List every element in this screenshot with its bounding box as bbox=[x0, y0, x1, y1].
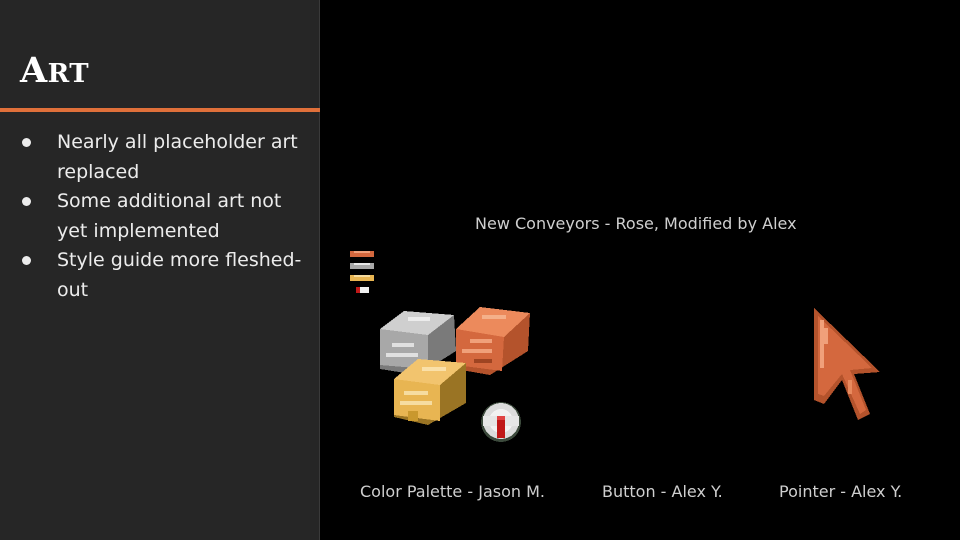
pointer-caption: Pointer - Alex Y. bbox=[779, 482, 903, 501]
bullet-text: Nearly all placeholder art replaced bbox=[57, 131, 298, 183]
bullet-text: Some additional art not yet implemented bbox=[57, 190, 282, 242]
pointer-arrow-icon bbox=[814, 308, 880, 420]
slide-title-rest: RT bbox=[47, 59, 90, 89]
bullet-item: Style guide more fleshed-out bbox=[20, 246, 315, 305]
bullet-text: Style guide more fleshed-out bbox=[57, 249, 302, 301]
bullet-dot-icon bbox=[22, 256, 31, 265]
color-palette-icon bbox=[350, 251, 374, 293]
bullet-item: Some additional art not yet implemented bbox=[20, 187, 315, 246]
palette-caption: Color Palette - Jason M. bbox=[360, 482, 545, 501]
button-caption: Button - Alex Y. bbox=[602, 482, 723, 501]
conveyors-caption: New Conveyors - Rose, Modified by Alex bbox=[475, 214, 797, 233]
slide-title: ART bbox=[20, 52, 89, 93]
bullet-dot-icon bbox=[22, 197, 31, 206]
left-panel: ART Nearly all placeholder art replaced … bbox=[0, 0, 320, 540]
slide-title-initial: A bbox=[20, 50, 48, 91]
bullet-list: Nearly all placeholder art replaced Some… bbox=[20, 128, 315, 305]
accent-divider bbox=[0, 108, 320, 112]
bullet-dot-icon bbox=[22, 138, 31, 147]
bullet-item: Nearly all placeholder art replaced bbox=[20, 128, 315, 187]
button-icon[interactable] bbox=[478, 400, 524, 446]
